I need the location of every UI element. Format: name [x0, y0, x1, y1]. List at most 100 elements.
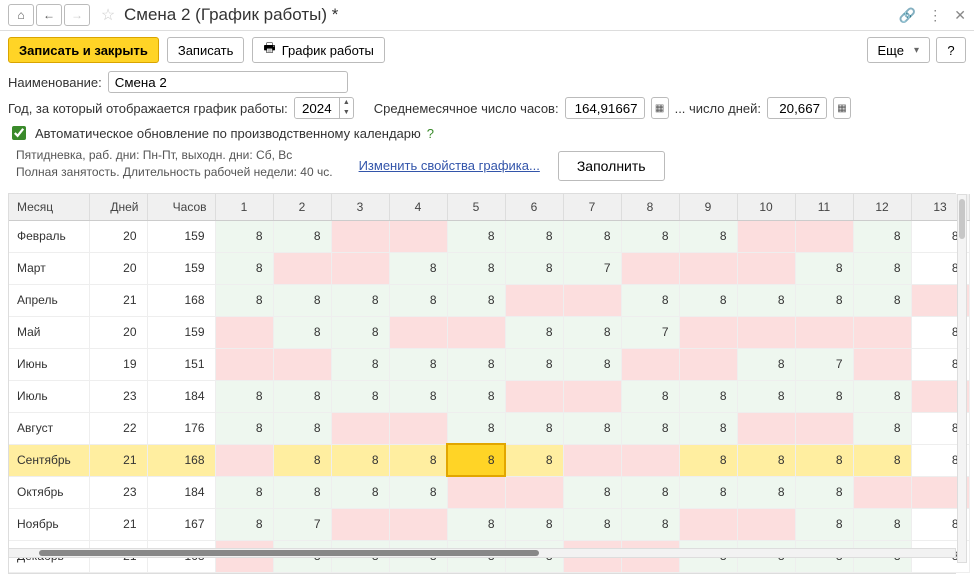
column-header[interactable]: 9	[679, 194, 737, 221]
name-input[interactable]	[108, 71, 348, 93]
day-cell[interactable]: 8	[215, 476, 273, 508]
month-cell[interactable]: Февраль	[9, 220, 89, 252]
column-header[interactable]: 7	[563, 194, 621, 221]
day-cell[interactable]	[331, 508, 389, 540]
day-cell[interactable]: 8	[389, 348, 447, 380]
days-cell[interactable]: 20	[89, 220, 147, 252]
day-cell[interactable]: 8	[505, 444, 563, 476]
day-cell[interactable]: 8	[389, 444, 447, 476]
day-cell[interactable]: 8	[505, 316, 563, 348]
column-header[interactable]: 11	[795, 194, 853, 221]
days-cell[interactable]: 23	[89, 380, 147, 412]
day-cell[interactable]	[331, 412, 389, 444]
day-cell[interactable]	[505, 476, 563, 508]
schedule-button[interactable]: График работы	[252, 37, 384, 63]
column-header[interactable]: 5	[447, 194, 505, 221]
column-header[interactable]: 4	[389, 194, 447, 221]
day-cell[interactable]: 8	[389, 252, 447, 284]
day-cell[interactable]: 8	[215, 284, 273, 316]
day-cell[interactable]	[737, 220, 795, 252]
day-cell[interactable]	[853, 348, 911, 380]
day-cell[interactable]: 8	[447, 380, 505, 412]
day-cell[interactable]	[389, 412, 447, 444]
day-cell[interactable]	[795, 412, 853, 444]
day-cell[interactable]	[679, 316, 737, 348]
day-cell[interactable]: 8	[737, 444, 795, 476]
day-cell[interactable]	[853, 476, 911, 508]
day-cell[interactable]	[563, 444, 621, 476]
day-cell[interactable]	[389, 508, 447, 540]
day-cell[interactable]: 8	[331, 380, 389, 412]
month-cell[interactable]: Август	[9, 412, 89, 444]
month-cell[interactable]: Апрель	[9, 284, 89, 316]
day-cell[interactable]: 8	[389, 284, 447, 316]
column-header[interactable]: 3	[331, 194, 389, 221]
year-input[interactable]	[295, 98, 339, 118]
vertical-scrollbar[interactable]	[957, 194, 967, 563]
day-cell[interactable]: 8	[563, 316, 621, 348]
day-cell[interactable]: 8	[563, 220, 621, 252]
hours-cell[interactable]: 176	[147, 412, 215, 444]
day-cell[interactable]: 8	[447, 284, 505, 316]
column-header[interactable]: Месяц	[9, 194, 89, 221]
avg-hours-input[interactable]	[565, 97, 645, 119]
days-cell[interactable]: 21	[89, 508, 147, 540]
day-cell[interactable]	[621, 348, 679, 380]
day-cell[interactable]: 8	[853, 508, 911, 540]
day-cell[interactable]	[621, 444, 679, 476]
day-cell[interactable]: 8	[853, 252, 911, 284]
hours-cell[interactable]: 168	[147, 444, 215, 476]
day-cell[interactable]: 8	[621, 284, 679, 316]
day-cell[interactable]	[795, 316, 853, 348]
day-cell[interactable]: 8	[215, 220, 273, 252]
day-cell[interactable]	[737, 316, 795, 348]
year-spinner[interactable]: ▲▼	[339, 98, 353, 118]
day-cell[interactable]: 8	[389, 380, 447, 412]
column-header[interactable]: 1	[215, 194, 273, 221]
back-button[interactable]: ←	[36, 4, 62, 26]
column-header[interactable]: Часов	[147, 194, 215, 221]
day-cell[interactable]: 8	[273, 476, 331, 508]
day-cell[interactable]	[563, 284, 621, 316]
day-cell[interactable]: 8	[215, 252, 273, 284]
day-cell[interactable]: 7	[621, 316, 679, 348]
month-cell[interactable]: Июнь	[9, 348, 89, 380]
column-header[interactable]: 8	[621, 194, 679, 221]
hours-cell[interactable]: 151	[147, 348, 215, 380]
day-cell[interactable]: 8	[679, 444, 737, 476]
day-cell[interactable]: 8	[853, 284, 911, 316]
day-cell[interactable]: 8	[273, 444, 331, 476]
calc-days-icon[interactable]: ▦	[833, 97, 851, 119]
day-cell[interactable]: 8	[795, 476, 853, 508]
day-cell[interactable]: 8	[215, 412, 273, 444]
days-cell[interactable]: 22	[89, 412, 147, 444]
day-cell[interactable]	[737, 412, 795, 444]
hours-cell[interactable]: 184	[147, 380, 215, 412]
day-cell[interactable]: 8	[621, 476, 679, 508]
month-cell[interactable]: Сентябрь	[9, 444, 89, 476]
day-cell[interactable]: 8	[853, 220, 911, 252]
day-cell[interactable]: 8	[447, 508, 505, 540]
day-cell[interactable]: 8	[737, 284, 795, 316]
day-cell[interactable]: 8	[331, 284, 389, 316]
day-cell[interactable]: 8	[853, 380, 911, 412]
day-cell[interactable]: 8	[505, 508, 563, 540]
day-cell[interactable]	[795, 220, 853, 252]
day-cell[interactable]	[273, 252, 331, 284]
day-cell[interactable]: 8	[737, 380, 795, 412]
day-cell[interactable]	[679, 508, 737, 540]
horizontal-scrollbar[interactable]	[8, 548, 956, 558]
day-cell[interactable]: 7	[563, 252, 621, 284]
day-cell[interactable]: 8	[447, 444, 505, 476]
day-cell[interactable]	[737, 252, 795, 284]
day-cell[interactable]: 8	[505, 252, 563, 284]
hours-cell[interactable]: 159	[147, 316, 215, 348]
save-and-close-button[interactable]: Записать и закрыть	[8, 37, 159, 63]
more-button[interactable]: Еще	[867, 37, 930, 63]
day-cell[interactable]: 8	[563, 476, 621, 508]
day-cell[interactable]	[215, 348, 273, 380]
close-icon[interactable]: ✕	[954, 7, 966, 24]
month-cell[interactable]: Октябрь	[9, 476, 89, 508]
day-cell[interactable]	[215, 316, 273, 348]
hours-cell[interactable]: 159	[147, 252, 215, 284]
